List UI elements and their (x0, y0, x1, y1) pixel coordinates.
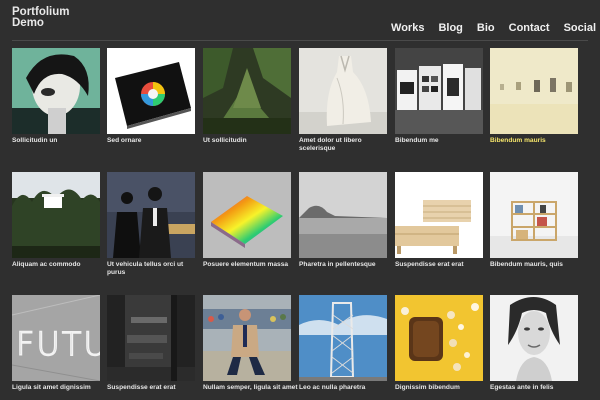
thumbnail-image[interactable] (107, 48, 195, 134)
portfolio-item[interactable]: Egestas ante in felis (490, 295, 578, 392)
portfolio-item[interactable]: Leo ac nulla pharetra (299, 295, 387, 392)
item-caption[interactable]: Pharetra in pellentesque (299, 261, 395, 269)
item-caption[interactable]: Leo ac nulla pharetra (299, 384, 395, 392)
portfolio-item[interactable]: Bibendum mauris (490, 48, 578, 145)
thumbnail-image[interactable] (203, 172, 291, 258)
item-caption[interactable]: Suspendisse erat erat (107, 384, 203, 392)
thumbnail-image[interactable] (395, 295, 483, 381)
item-caption[interactable]: Sollicitudin un (12, 137, 108, 145)
item-caption[interactable]: Ligula sit amet dignissim (12, 384, 108, 392)
portfolio-item[interactable]: Aliquam ac commodo (12, 172, 100, 269)
thumbnail-image[interactable]: FUTU (12, 295, 100, 381)
item-caption[interactable]: Ut vehicula tellus orci ut purus (107, 261, 203, 277)
item-caption[interactable]: Amet dolor ut libero scelerisque (299, 137, 395, 153)
futu-text: FUTU (16, 325, 100, 363)
item-caption[interactable]: Bibendum me (395, 137, 491, 145)
portfolio-item[interactable]: FUTU Ligula sit amet dignissim (12, 295, 100, 392)
item-caption[interactable]: Ut sollicitudin (203, 137, 299, 145)
thumbnail-image[interactable] (299, 295, 387, 381)
thumbnail-image[interactable] (12, 172, 100, 258)
item-caption[interactable]: Bibendum mauris, quis (490, 261, 586, 269)
portfolio-item[interactable]: Ut vehicula tellus orci ut purus (107, 172, 195, 277)
portfolio-item[interactable]: Pharetra in pellentesque (299, 172, 387, 269)
thumbnail-image[interactable] (490, 295, 578, 381)
portfolio-item[interactable]: Nullam semper, ligula sit amet (203, 295, 298, 392)
portfolio-grid: Sollicitudin un Sed ornare Ut sollicitud… (0, 0, 600, 400)
portfolio-item[interactable]: Bibendum me (395, 48, 483, 145)
item-caption[interactable]: Aliquam ac commodo (12, 261, 108, 269)
thumbnail-image[interactable] (490, 48, 578, 134)
thumbnail-image[interactable] (395, 172, 483, 258)
item-caption[interactable]: Suspendisse erat erat (395, 261, 491, 269)
portfolio-item[interactable]: Suspendisse erat erat (107, 295, 195, 392)
portfolio-item[interactable]: Sed ornare (107, 48, 195, 145)
item-caption[interactable]: Sed ornare (107, 137, 203, 145)
portfolio-item[interactable]: Bibendum mauris, quis (490, 172, 578, 269)
thumbnail-image[interactable] (203, 295, 291, 381)
thumbnail-image[interactable] (107, 295, 195, 381)
item-caption[interactable]: Egestas ante in felis (490, 384, 586, 392)
portfolio-item[interactable]: Amet dolor ut libero scelerisque (299, 48, 387, 153)
thumbnail-image[interactable] (490, 172, 578, 258)
thumbnail-image[interactable] (299, 48, 387, 134)
thumbnail-image[interactable] (203, 48, 291, 134)
portfolio-item[interactable]: Suspendisse erat erat (395, 172, 483, 269)
portfolio-item[interactable]: Dignissim bibendum (395, 295, 483, 392)
portfolio-item[interactable]: Ut sollicitudin (203, 48, 291, 145)
item-caption[interactable]: Bibendum mauris (490, 137, 586, 145)
thumbnail-image[interactable] (395, 48, 483, 134)
thumbnail-image[interactable] (12, 48, 100, 134)
item-caption[interactable]: Nullam semper, ligula sit amet (203, 384, 299, 392)
portfolio-item[interactable]: Posuere elementum massa (203, 172, 291, 269)
thumbnail-image[interactable] (107, 172, 195, 258)
item-caption[interactable]: Posuere elementum massa (203, 261, 299, 269)
portfolio-item[interactable]: Sollicitudin un (12, 48, 100, 145)
thumbnail-image[interactable] (299, 172, 387, 258)
item-caption[interactable]: Dignissim bibendum (395, 384, 491, 392)
